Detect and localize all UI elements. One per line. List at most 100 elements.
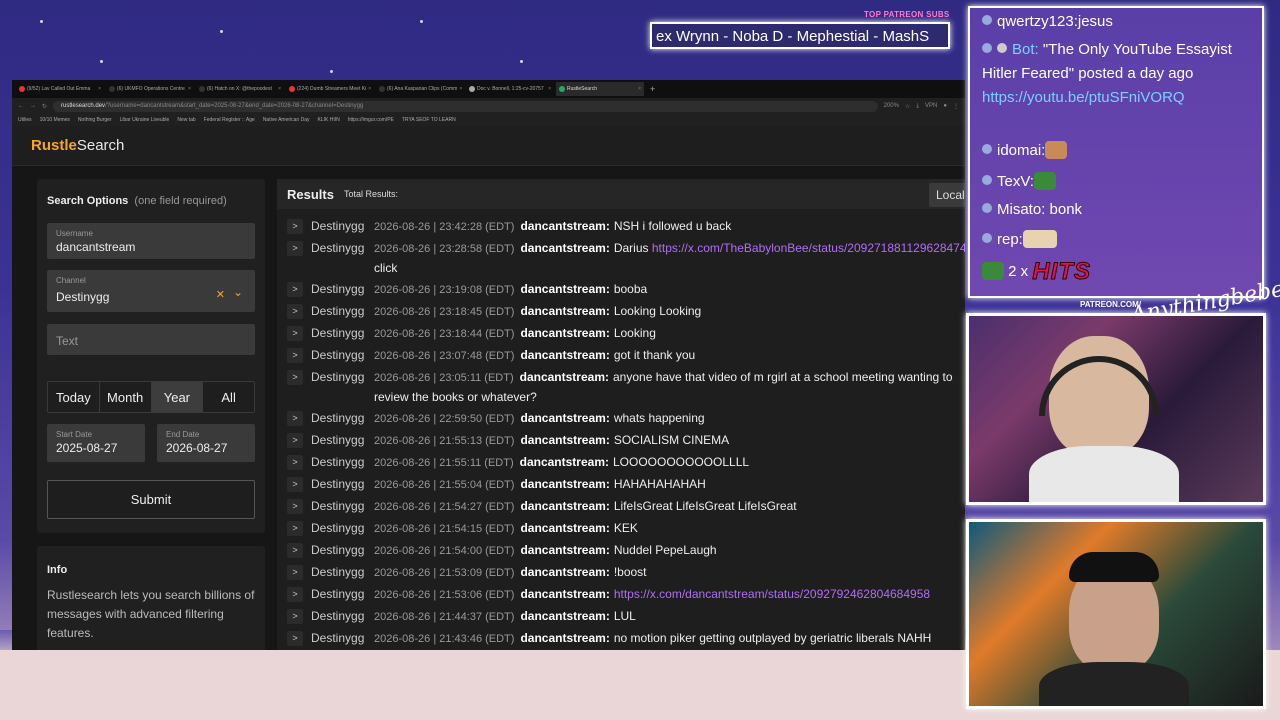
close-icon[interactable]: × xyxy=(188,86,191,92)
result-username[interactable]: dancantstream: xyxy=(520,587,609,601)
address-field[interactable]: rustlesearch.dev/?username=dancantstream… xyxy=(53,100,878,112)
result-username[interactable]: dancantstream: xyxy=(520,631,609,645)
browser-tab[interactable]: (6) Ana Kasparian Clips (Comm × xyxy=(376,82,464,96)
result-username[interactable]: dancantstream: xyxy=(520,565,609,579)
result-timestamp: 2026-08-26 | 22:59:50 (EDT) xyxy=(374,413,515,425)
expand-chevron-icon[interactable]: > xyxy=(287,565,303,580)
menu-icon[interactable]: ⋮ xyxy=(953,103,959,110)
expand-chevron-icon[interactable]: > xyxy=(287,543,303,558)
bookmark-item[interactable]: https://imgur.com/PE xyxy=(348,117,394,123)
result-link[interactable]: https://x.com/dancantstream/status/20927… xyxy=(614,587,930,601)
start-date-field[interactable]: Start Date 2025-08-27 xyxy=(47,424,145,462)
range-year-button[interactable]: Year xyxy=(151,382,204,412)
result-username[interactable]: dancantstream: xyxy=(520,477,609,491)
browser-tab[interactable]: (9/52) Lav Called Out Emma × xyxy=(16,82,104,96)
back-icon[interactable]: ← xyxy=(18,103,24,109)
bookmark-item[interactable]: Federal Register :: Age xyxy=(204,117,255,123)
expand-chevron-icon[interactable]: > xyxy=(287,587,303,602)
expand-chevron-icon[interactable]: > xyxy=(287,219,303,234)
end-date-field[interactable]: End Date 2026-08-27 xyxy=(157,424,255,462)
bookmark-item[interactable]: TRYA SEOF TO LEARN xyxy=(402,117,456,123)
new-tab-icon[interactable]: + xyxy=(650,84,655,94)
close-icon[interactable]: × xyxy=(98,86,101,92)
expand-chevron-icon[interactable]: > xyxy=(287,499,303,514)
expand-chevron-icon[interactable]: > xyxy=(287,433,303,448)
result-username[interactable]: dancantstream: xyxy=(520,241,609,255)
close-icon[interactable]: × xyxy=(638,86,641,92)
bookmark-item[interactable]: Utilies xyxy=(18,117,32,123)
vpn-badge[interactable]: VPN xyxy=(925,103,937,109)
close-icon[interactable]: × xyxy=(459,86,462,92)
tab-label: (6) Hatch on X: @thepoodest xyxy=(207,86,272,92)
chat-link[interactable]: https://youtu.be/ptuSFniVORQ xyxy=(982,89,1185,106)
download-icon[interactable]: ⤓ xyxy=(916,103,919,110)
expand-chevron-icon[interactable]: > xyxy=(287,348,303,363)
expand-chevron-icon[interactable]: > xyxy=(287,282,303,297)
bookmark-star-icon[interactable]: ☆ xyxy=(905,103,910,110)
result-message: whats happening xyxy=(613,411,705,425)
result-username[interactable]: dancantstream: xyxy=(520,521,609,535)
channel-select[interactable]: Channel Destinygg ✕ ⌄ xyxy=(47,270,255,312)
result-username[interactable]: dancantstream: xyxy=(520,304,609,318)
result-username[interactable]: dancantstream: xyxy=(520,282,609,296)
browser-tab[interactable]: (224) Dumb Streamers Meet Ki × xyxy=(286,82,374,96)
range-month-button[interactable]: Month xyxy=(99,382,152,412)
clear-icon[interactable]: ✕ xyxy=(216,288,225,301)
result-username[interactable]: dancantstream: xyxy=(520,411,609,425)
expand-chevron-icon[interactable]: > xyxy=(287,370,303,385)
submit-button[interactable]: Submit xyxy=(47,480,255,519)
result-username[interactable]: dancantstream: xyxy=(520,370,609,384)
browser-tab[interactable]: (6) Hatch on X: @thepoodest × xyxy=(196,82,284,96)
local-time-button[interactable]: Local T xyxy=(929,183,965,207)
bookmark-item[interactable]: New tab xyxy=(177,117,195,123)
result-username[interactable]: dancantstream: xyxy=(520,609,609,623)
favicon-icon xyxy=(559,86,565,92)
username-field[interactable]: Username dancantstream xyxy=(47,223,255,259)
end-date-value[interactable]: 2026-08-27 xyxy=(166,441,227,455)
result-username[interactable]: dancantstream: xyxy=(520,219,609,233)
result-username[interactable]: dancantstream: xyxy=(520,455,609,469)
forward-icon[interactable]: → xyxy=(30,103,36,109)
expand-chevron-icon[interactable]: > xyxy=(287,609,303,624)
range-today-button[interactable]: Today xyxy=(48,382,100,412)
close-icon[interactable]: × xyxy=(548,86,551,92)
result-username[interactable]: dancantstream: xyxy=(520,499,609,513)
extensions-icon[interactable]: ● xyxy=(943,103,947,109)
bookmark-item[interactable]: Libar Ukraine Liveuble xyxy=(120,117,170,123)
result-username[interactable]: dancantstream: xyxy=(520,433,609,447)
logo-rustle[interactable]: Rustle xyxy=(31,137,77,154)
expand-chevron-icon[interactable]: > xyxy=(287,304,303,319)
chevron-down-icon[interactable]: ⌄ xyxy=(233,285,243,299)
text-field[interactable]: Text xyxy=(47,324,255,355)
reload-icon[interactable]: ↻ xyxy=(42,103,47,110)
result-message-tail: click xyxy=(374,261,398,275)
zoom-indicator[interactable]: 200% xyxy=(884,103,899,109)
result-username[interactable]: dancantstream: xyxy=(520,326,609,340)
expand-chevron-icon[interactable]: > xyxy=(287,241,303,256)
range-all-button[interactable]: All xyxy=(203,382,254,412)
bookmark-item[interactable]: 10/10 Memes xyxy=(40,117,70,123)
expand-chevron-icon[interactable]: > xyxy=(287,455,303,470)
expand-chevron-icon[interactable]: > xyxy=(287,411,303,426)
expand-chevron-icon[interactable]: > xyxy=(287,631,303,646)
result-link[interactable]: https://x.com/TheBabylonBee/status/20927… xyxy=(652,241,965,255)
result-username[interactable]: dancantstream: xyxy=(520,348,609,362)
tab-label: (224) Dumb Streamers Meet Ki xyxy=(297,86,367,92)
expand-chevron-icon[interactable]: > xyxy=(287,477,303,492)
result-channel: Destinygg xyxy=(311,304,365,318)
bookmark-item[interactable]: Nothing Burger xyxy=(78,117,112,123)
logo-search[interactable]: Search xyxy=(77,137,125,154)
close-icon[interactable]: × xyxy=(278,86,281,92)
result-timestamp: 2026-08-26 | 21:54:00 (EDT) xyxy=(374,545,515,557)
browser-tab[interactable]: RustleSearch × xyxy=(556,82,644,96)
expand-chevron-icon[interactable]: > xyxy=(287,326,303,341)
username-value[interactable]: dancantstream xyxy=(56,240,135,254)
start-date-value[interactable]: 2025-08-27 xyxy=(56,441,117,455)
browser-tab[interactable]: (6) UKMFO Operations Centre × xyxy=(106,82,194,96)
result-username[interactable]: dancantstream: xyxy=(520,543,609,557)
bookmark-item[interactable]: KLIK HIIN xyxy=(318,117,340,123)
close-icon[interactable]: × xyxy=(368,86,371,92)
browser-tab[interactable]: Doc v. Bonnell, 1:25-cv-20757 × xyxy=(466,82,554,96)
expand-chevron-icon[interactable]: > xyxy=(287,521,303,536)
bookmark-item[interactable]: Native American Day xyxy=(263,117,310,123)
